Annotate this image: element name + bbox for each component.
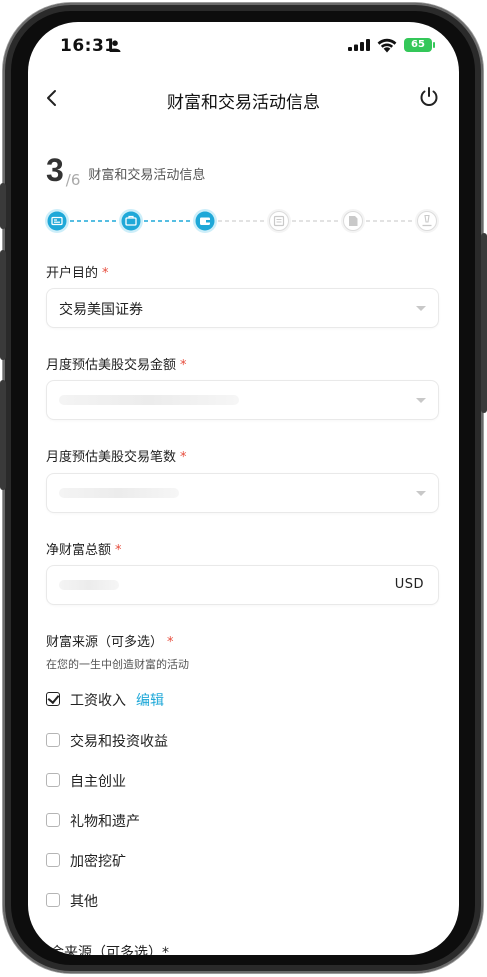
step-2-briefcase-icon	[119, 209, 143, 233]
page-title: 财富和交易活动信息	[167, 93, 320, 113]
wealth-option-label: 礼物和遗产	[70, 814, 140, 830]
purpose-label: 开户目的 *	[46, 262, 109, 281]
required-mark: *	[167, 635, 174, 650]
wealth-source-label-text: 财富来源（可多选）	[46, 635, 164, 650]
wifi-icon	[377, 38, 397, 53]
wealth-source-label: 财富来源（可多选） *	[46, 631, 174, 650]
monthly-count-select[interactable]	[46, 473, 439, 513]
step-6-signature-icon	[415, 209, 439, 233]
required-mark: *	[115, 543, 122, 558]
purpose-label-text: 开户目的	[46, 266, 99, 281]
redacted-value	[59, 580, 119, 590]
side-button-silent	[0, 183, 6, 229]
redacted-value	[59, 488, 179, 498]
step-header: 3/6 财富和交易活动信息	[46, 152, 206, 189]
checkbox[interactable]	[46, 893, 60, 907]
step-progress	[45, 209, 439, 233]
required-mark: *	[180, 358, 187, 373]
step-current: 3	[46, 152, 64, 188]
side-button-volume-down	[0, 380, 6, 490]
step-title: 财富和交易活动信息	[88, 168, 206, 183]
purpose-select[interactable]: 交易美国证券	[46, 288, 439, 328]
step-3-wallet-icon	[193, 209, 217, 233]
wealth-option-label: 自主创业	[70, 774, 126, 790]
required-mark: *	[180, 450, 187, 465]
dropdown-caret-icon	[416, 491, 426, 496]
monthly-amount-label-text: 月度预估美股交易金额	[46, 358, 177, 373]
currency-unit: USD	[394, 577, 424, 592]
wealth-option-label: 其他	[70, 894, 98, 910]
purpose-value: 交易美国证券	[59, 302, 143, 318]
monthly-count-label: 月度预估美股交易笔数 *	[46, 446, 187, 465]
step-5-document-icon	[341, 209, 365, 233]
fund-source-label: 资金来源（可多选）*	[36, 945, 169, 955]
required-mark: *	[102, 266, 109, 281]
redacted-value	[59, 395, 239, 405]
monthly-amount-select[interactable]	[46, 380, 439, 420]
status-bar: 16:31 65	[28, 22, 459, 68]
net-worth-input[interactable]: USD	[46, 565, 439, 605]
step-total: /6	[65, 171, 81, 189]
checkbox-checked[interactable]	[46, 691, 60, 706]
checkbox[interactable]	[46, 853, 60, 867]
net-worth-label-text: 净财富总额	[46, 543, 112, 558]
wealth-option-label: 交易和投资收益	[70, 734, 168, 750]
monthly-count-label-text: 月度预估美股交易笔数	[46, 450, 177, 465]
step-4-form-icon	[267, 209, 291, 233]
power-icon[interactable]	[418, 86, 440, 108]
net-worth-label: 净财富总额 *	[46, 539, 122, 558]
battery-tip	[433, 42, 435, 48]
side-button-volume-up	[0, 250, 6, 360]
signal-icon	[348, 39, 370, 51]
wealth-source-hint: 在您的一生中创造财富的活动	[46, 658, 189, 671]
dropdown-caret-icon	[416, 398, 426, 403]
monthly-amount-label: 月度预估美股交易金额 *	[46, 354, 187, 373]
nav-bar: 财富和交易活动信息	[28, 80, 459, 116]
checkbox[interactable]	[46, 733, 60, 747]
side-button-power	[481, 233, 487, 413]
wealth-option-label: 工资收入	[70, 693, 126, 709]
person-icon	[109, 40, 121, 52]
dropdown-caret-icon	[416, 306, 426, 311]
check-icon	[47, 691, 60, 705]
checkbox[interactable]	[46, 773, 60, 787]
checkbox[interactable]	[46, 813, 60, 827]
step-1-id-card-icon	[45, 209, 69, 233]
edit-link[interactable]: 编辑	[136, 690, 164, 710]
app-screen: 16:31 65 财富和交易活动信息 3/6 财富和交易活动信息 开户目的 * …	[28, 22, 459, 955]
battery-icon: 65	[404, 38, 432, 52]
wealth-option-label: 加密挖矿	[70, 854, 126, 870]
